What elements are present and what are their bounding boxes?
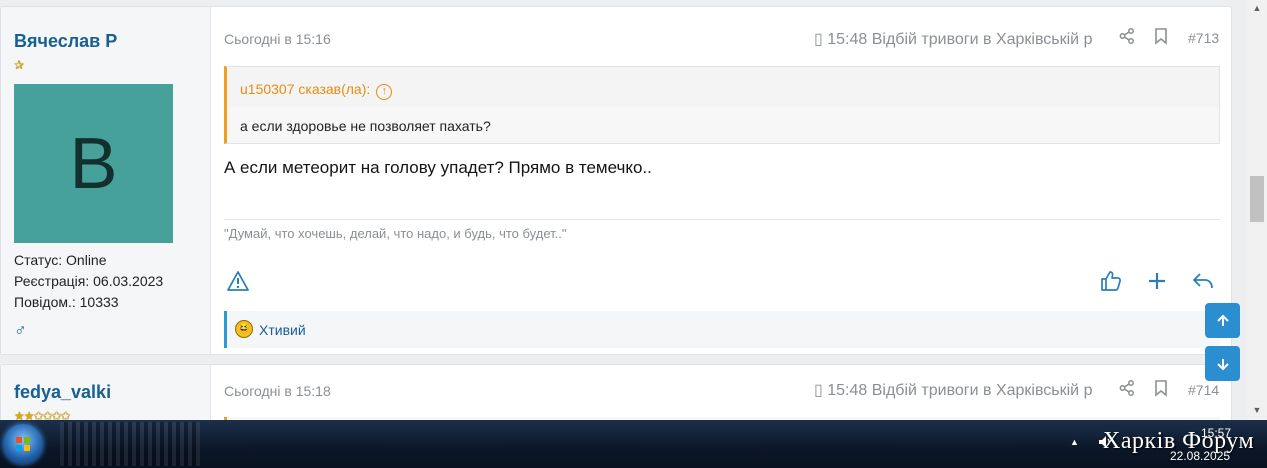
post-user-panel: fedya_valki ★★✩✩✩✩ (1, 365, 211, 420)
post-number-link[interactable]: #713 (1188, 30, 1219, 46)
scroll-down-arrow-icon[interactable]: ▼ (1247, 402, 1267, 418)
scroll-up-button[interactable] (1205, 303, 1240, 338)
signature-text: "Думай, что хочешь, делай, что надо, и б… (224, 226, 567, 241)
scrollbar-thumb[interactable] (1250, 176, 1264, 222)
avatar[interactable]: В (14, 84, 173, 243)
scroll-up-arrow-icon[interactable]: ▲ (1247, 0, 1267, 16)
page-scrollbar[interactable]: ▲ ▼ (1247, 0, 1267, 420)
arrow-up-icon (1216, 314, 1229, 326)
quote-author-link[interactable]: u150307 сказав(ла): ↑ (240, 81, 393, 100)
rank-stars: ✰ (14, 58, 24, 72)
plus-icon[interactable] (1145, 269, 1169, 293)
quote-block: u150307 сказав(ла): ↑ а если здоровье не … (224, 66, 1220, 144)
start-button[interactable] (3, 424, 43, 464)
rank-stars: ★★✩✩✩✩ (14, 409, 71, 420)
taskbar-apps[interactable] (60, 422, 200, 466)
arrow-down-icon (1216, 358, 1229, 370)
quote-author-label: u150307 сказав(ла): (240, 81, 371, 97)
tray-expand-icon[interactable]: ▲ (1070, 437, 1079, 447)
reaction-bar: 😆 Хтивий (224, 311, 1220, 348)
post-714: fedya_valki ★★✩✩✩✩ Сьогодні в 15:18 ▯ 15… (0, 364, 1232, 420)
share-icon[interactable] (1118, 379, 1136, 397)
username-link[interactable]: fedya_valki (14, 382, 111, 403)
quote-text: а если здоровье не позволяет пахать? (240, 118, 491, 134)
avatar-letter: В (69, 123, 118, 204)
signature-divider (224, 219, 1220, 220)
quote-header: u150307 сказав(ла): ↑ (227, 67, 1219, 107)
taskbar: ▲ 15:57 22.08.2025 (0, 420, 1267, 468)
post-prefix-link[interactable]: ▯ 15:48 Відбій тривоги в Харківській р (814, 29, 1104, 49)
post-user-panel: Вячеслав Р ✰ В Статус: Online Реєстрація… (1, 7, 211, 354)
post-body-text: А если метеорит на голову упадет? Прямо … (224, 158, 652, 177)
gender-male-icon: ♂ (14, 321, 27, 340)
bookmark-icon[interactable] (1153, 379, 1169, 397)
bookmark-icon[interactable] (1153, 27, 1169, 45)
post-713: Вячеслав Р ✰ В Статус: Online Реєстрація… (0, 6, 1232, 355)
post-date-link[interactable]: Сьогодні в 15:18 (224, 383, 331, 399)
site-watermark: Харків Форум (1103, 428, 1255, 454)
windows-logo-icon (16, 437, 30, 451)
reply-icon[interactable] (1191, 269, 1215, 293)
scroll-down-button[interactable] (1205, 346, 1240, 381)
post-prefix-link[interactable]: ▯ 15:48 Відбій тривоги в Харківській р (814, 380, 1104, 400)
thumbs-up-icon[interactable] (1099, 269, 1123, 293)
user-registered: Реєстрація: 06.03.2023 (14, 273, 164, 289)
reaction-user-link[interactable]: Хтивий (259, 322, 306, 338)
laughing-emoji-icon: 😆 (235, 320, 253, 338)
warning-icon[interactable] (227, 270, 249, 292)
thread-viewport: Вячеслав Р ✰ В Статус: Online Реєстрація… (0, 0, 1247, 420)
arrow-up-circle-icon[interactable]: ↑ (376, 84, 393, 100)
share-icon[interactable] (1118, 27, 1136, 45)
username-link[interactable]: Вячеслав Р (14, 31, 117, 52)
user-status: Статус: Online (14, 252, 107, 268)
post-number-link[interactable]: #714 (1188, 382, 1219, 398)
post-date-link[interactable]: Сьогодні в 15:16 (224, 31, 331, 47)
user-message-count: Повідом.: 10333 (14, 294, 119, 310)
